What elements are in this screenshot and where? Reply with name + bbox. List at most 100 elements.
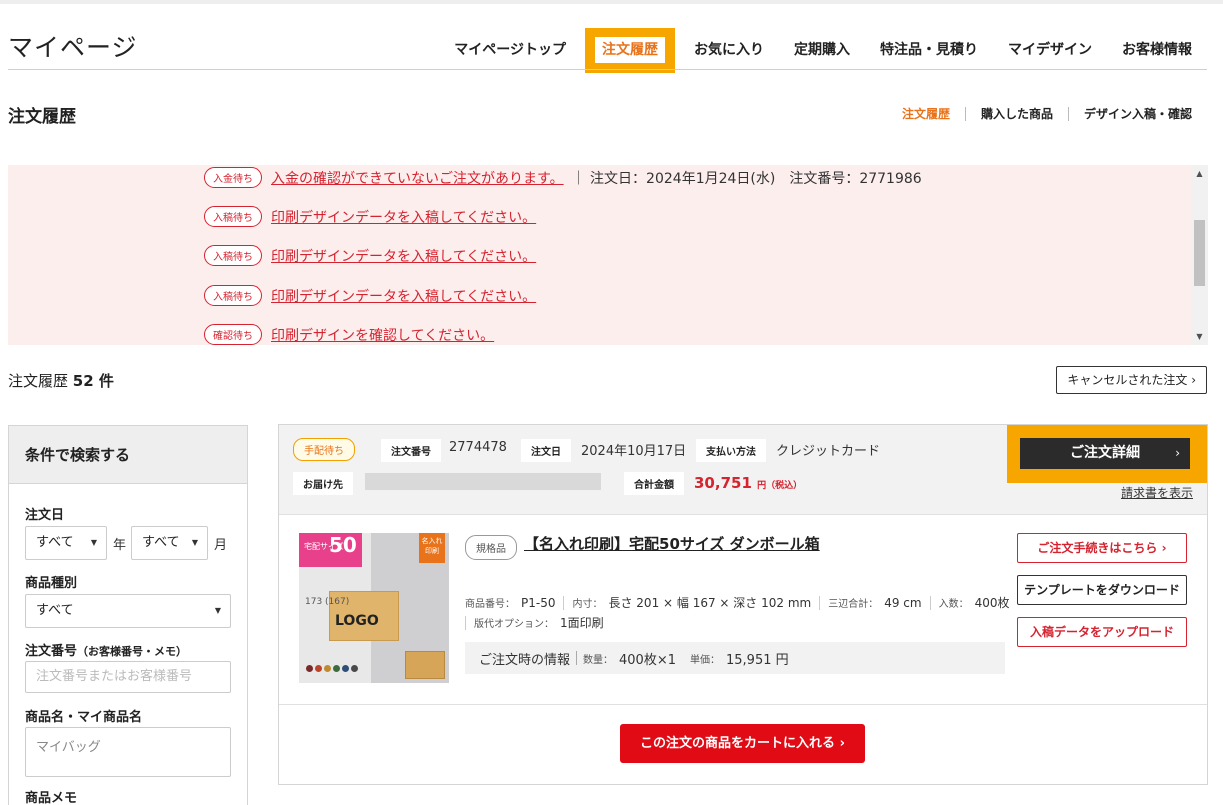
payment-tag: 支払い方法 — [696, 439, 766, 462]
search-sidebar: 条件で検索する 注文日 すべて ▼ 年 すべて ▼ 月 商品種別 すべて ▼ 注… — [8, 425, 248, 805]
size-badge: 宅配サイズ 50 — [299, 533, 362, 567]
order-detail-label: ご注文詳細 — [1070, 445, 1140, 461]
notice-badge: 入金待ち — [204, 167, 262, 188]
nav-subscription[interactable]: 定期購入 — [779, 28, 865, 73]
nav-customer-info[interactable]: お客様情報 — [1107, 28, 1207, 73]
order-date-value: 2024年10月17日 — [581, 444, 687, 459]
notice-link[interactable]: 印刷デザインデータを入稿してください。 — [271, 246, 536, 266]
total-unit: 円（税込） — [757, 481, 803, 491]
order-no-input[interactable]: 注文番号またはお客様番号 — [25, 661, 231, 693]
invoice-link[interactable]: 請求書を表示 — [1121, 484, 1193, 501]
order-footer-divider — [279, 704, 1207, 705]
top-strip — [0, 0, 1223, 4]
info-price-label: 単価： — [690, 654, 720, 666]
cancelled-orders-button[interactable]: キャンセルされた注文 › — [1056, 366, 1207, 394]
info-qty-label: 数量： — [583, 654, 614, 666]
total-tag: 合計金額 — [624, 472, 684, 495]
total-value: 30,751 — [694, 474, 752, 492]
year-select-value: すべて — [36, 535, 74, 550]
name-print-mark: 名入れ印刷 — [419, 533, 445, 563]
year-unit: 年 — [113, 538, 127, 553]
year-select[interactable]: すべて ▼ — [25, 526, 107, 560]
notice-item: 入稿待ち 印刷デザインデータを入稿してください。 — [204, 206, 536, 227]
header-divider — [8, 69, 1207, 70]
cancelled-orders-label: キャンセルされた注文 — [1067, 373, 1188, 387]
subnav-design-submission[interactable]: デザイン入稿・確認 — [1067, 107, 1207, 121]
add-to-cart-button[interactable]: この注文の商品をカートに入れる › — [620, 724, 865, 763]
spec-row-option: 版代オプション： 1面印刷 — [465, 614, 604, 631]
category-label: 商品種別 — [25, 576, 78, 591]
nav-mypage-top[interactable]: マイページトップ — [439, 28, 581, 73]
scroll-up-icon[interactable]: ▲ — [1191, 165, 1208, 182]
logo-text: LOGO — [335, 613, 379, 629]
nav-my-design[interactable]: マイデザイン — [993, 28, 1107, 73]
order-no-note: （お客様番号・メモ） — [77, 645, 188, 658]
scroll-down-icon[interactable]: ▼ — [1191, 328, 1208, 345]
order-date-tag: 注文日 — [521, 439, 571, 462]
notice-link[interactable]: 印刷デザインデータを入稿してください。 — [271, 207, 536, 227]
info-qty: 400枚×1 — [619, 652, 676, 668]
dimension-text: 173 (167) — [305, 597, 350, 607]
product-name-link[interactable]: 【名入れ印刷】宅配50サイズ ダンボール箱 — [524, 533, 820, 554]
nav-favorites[interactable]: お気に入り — [679, 28, 779, 73]
nav-order-history-label: 注文履歴 — [595, 37, 665, 63]
notice-scrollbar[interactable]: ▲ ▼ — [1191, 165, 1208, 345]
month-select[interactable]: すべて ▼ — [131, 526, 208, 560]
product-image[interactable]: 宅配サイズ 50 名入れ印刷 LOGO 173 (167) — [299, 533, 449, 683]
spec-row: 商品番号： P1-50 内寸： 長さ 201 × 幅 167 × 深さ 102 … — [465, 594, 1009, 611]
product-name-input[interactable]: マイバッグ — [25, 727, 231, 777]
category-select[interactable]: すべて ▼ — [25, 594, 231, 628]
order-detail-highlight: ご注文詳細 › — [1007, 425, 1207, 483]
notice-item: 入稿待ち 印刷デザインデータを入稿してください。 — [204, 285, 536, 306]
category-select-value: すべて — [36, 603, 74, 618]
main-nav: マイページトップ 注文履歴 お気に入り 定期購入 特注品・見積り マイデザイン … — [439, 28, 1207, 73]
sub-nav: 注文履歴 購入した商品 デザイン入稿・確認 — [887, 107, 1207, 121]
order-card: 手配待ち 注文番号 2774478 注文日 2024年10月17日 支払い方法 … — [278, 424, 1208, 785]
subnav-purchased-products[interactable]: 購入した商品 — [964, 107, 1068, 121]
sidebar-title: 条件で検索する — [9, 426, 247, 484]
order-no-label: 注文番号（お客様番号・メモ） — [25, 640, 187, 659]
spec-qty: 400枚 — [974, 596, 1010, 610]
nav-custom-quote[interactable]: 特注品・見積り — [865, 28, 993, 73]
caret-down-icon: ▼ — [214, 606, 221, 615]
product-name-label: 商品名・マイ商品名 — [25, 710, 143, 725]
nav-order-history[interactable]: 注文履歴 — [585, 28, 675, 73]
ship-to-tag: お届け先 — [293, 472, 353, 495]
order-header: 手配待ち 注文番号 2774478 注文日 2024年10月17日 支払い方法 … — [279, 425, 1207, 515]
order-procedure-button[interactable]: ご注文手続きはこちら › — [1017, 533, 1187, 563]
chevron-right-icon: › — [1191, 373, 1196, 387]
spec-option-label: 版代オプション： — [474, 619, 554, 630]
notice-badge: 入稿待ち — [204, 206, 262, 227]
info-title: ご注文時の情報 — [479, 652, 571, 668]
order-count: 注文履歴 52 件 — [8, 370, 114, 391]
memo-label: 商品メモ — [25, 791, 78, 805]
notice-link[interactable]: 入金の確認ができていないご注文があります。 — [271, 168, 564, 188]
payment-value: クレジットカード — [776, 444, 881, 459]
order-no-value: 2774478 — [449, 440, 507, 455]
order-detail-button[interactable]: ご注文詳細 › — [1020, 438, 1190, 469]
spec-inner-label: 内寸： — [572, 599, 603, 610]
info-price: 15,951 円 — [726, 652, 789, 668]
small-box-icon — [405, 651, 445, 679]
notice-link[interactable]: 印刷デザインデータを入稿してください。 — [271, 286, 536, 306]
add-to-cart-label: この注文の商品をカートに入れる — [640, 736, 836, 751]
order-status-badge: 手配待ち — [293, 438, 355, 461]
ship-to-masked — [365, 473, 601, 490]
page-title: マイページ — [8, 33, 138, 62]
notice-panel: 入金待ち 入金の確認ができていないご注文があります。 ｜ 注文日：2024年1月… — [8, 165, 1208, 345]
size-badge-number: 50 — [329, 533, 357, 557]
chevron-right-icon: › — [839, 736, 845, 751]
chevron-right-icon: › — [1161, 541, 1167, 555]
order-count-value: 52 件 — [72, 372, 114, 390]
notice-link[interactable]: 印刷デザインを確認してください。 — [271, 325, 494, 345]
color-swatches — [305, 657, 365, 683]
subnav-order-history[interactable]: 注文履歴 — [887, 107, 965, 121]
spec-sum-label: 三辺合計： — [828, 599, 879, 610]
upload-data-button[interactable]: 入稿データをアップロード — [1017, 617, 1187, 647]
template-download-button[interactable]: テンプレートをダウンロード — [1017, 575, 1187, 605]
total-amount: 30,751 円（税込） — [694, 474, 802, 492]
order-no-label-text: 注文番号 — [25, 644, 78, 659]
notice-item: 入稿待ち 印刷デザインデータを入稿してください。 — [204, 245, 536, 266]
scroll-thumb[interactable] — [1194, 220, 1205, 286]
order-count-label: 注文履歴 — [8, 372, 69, 390]
